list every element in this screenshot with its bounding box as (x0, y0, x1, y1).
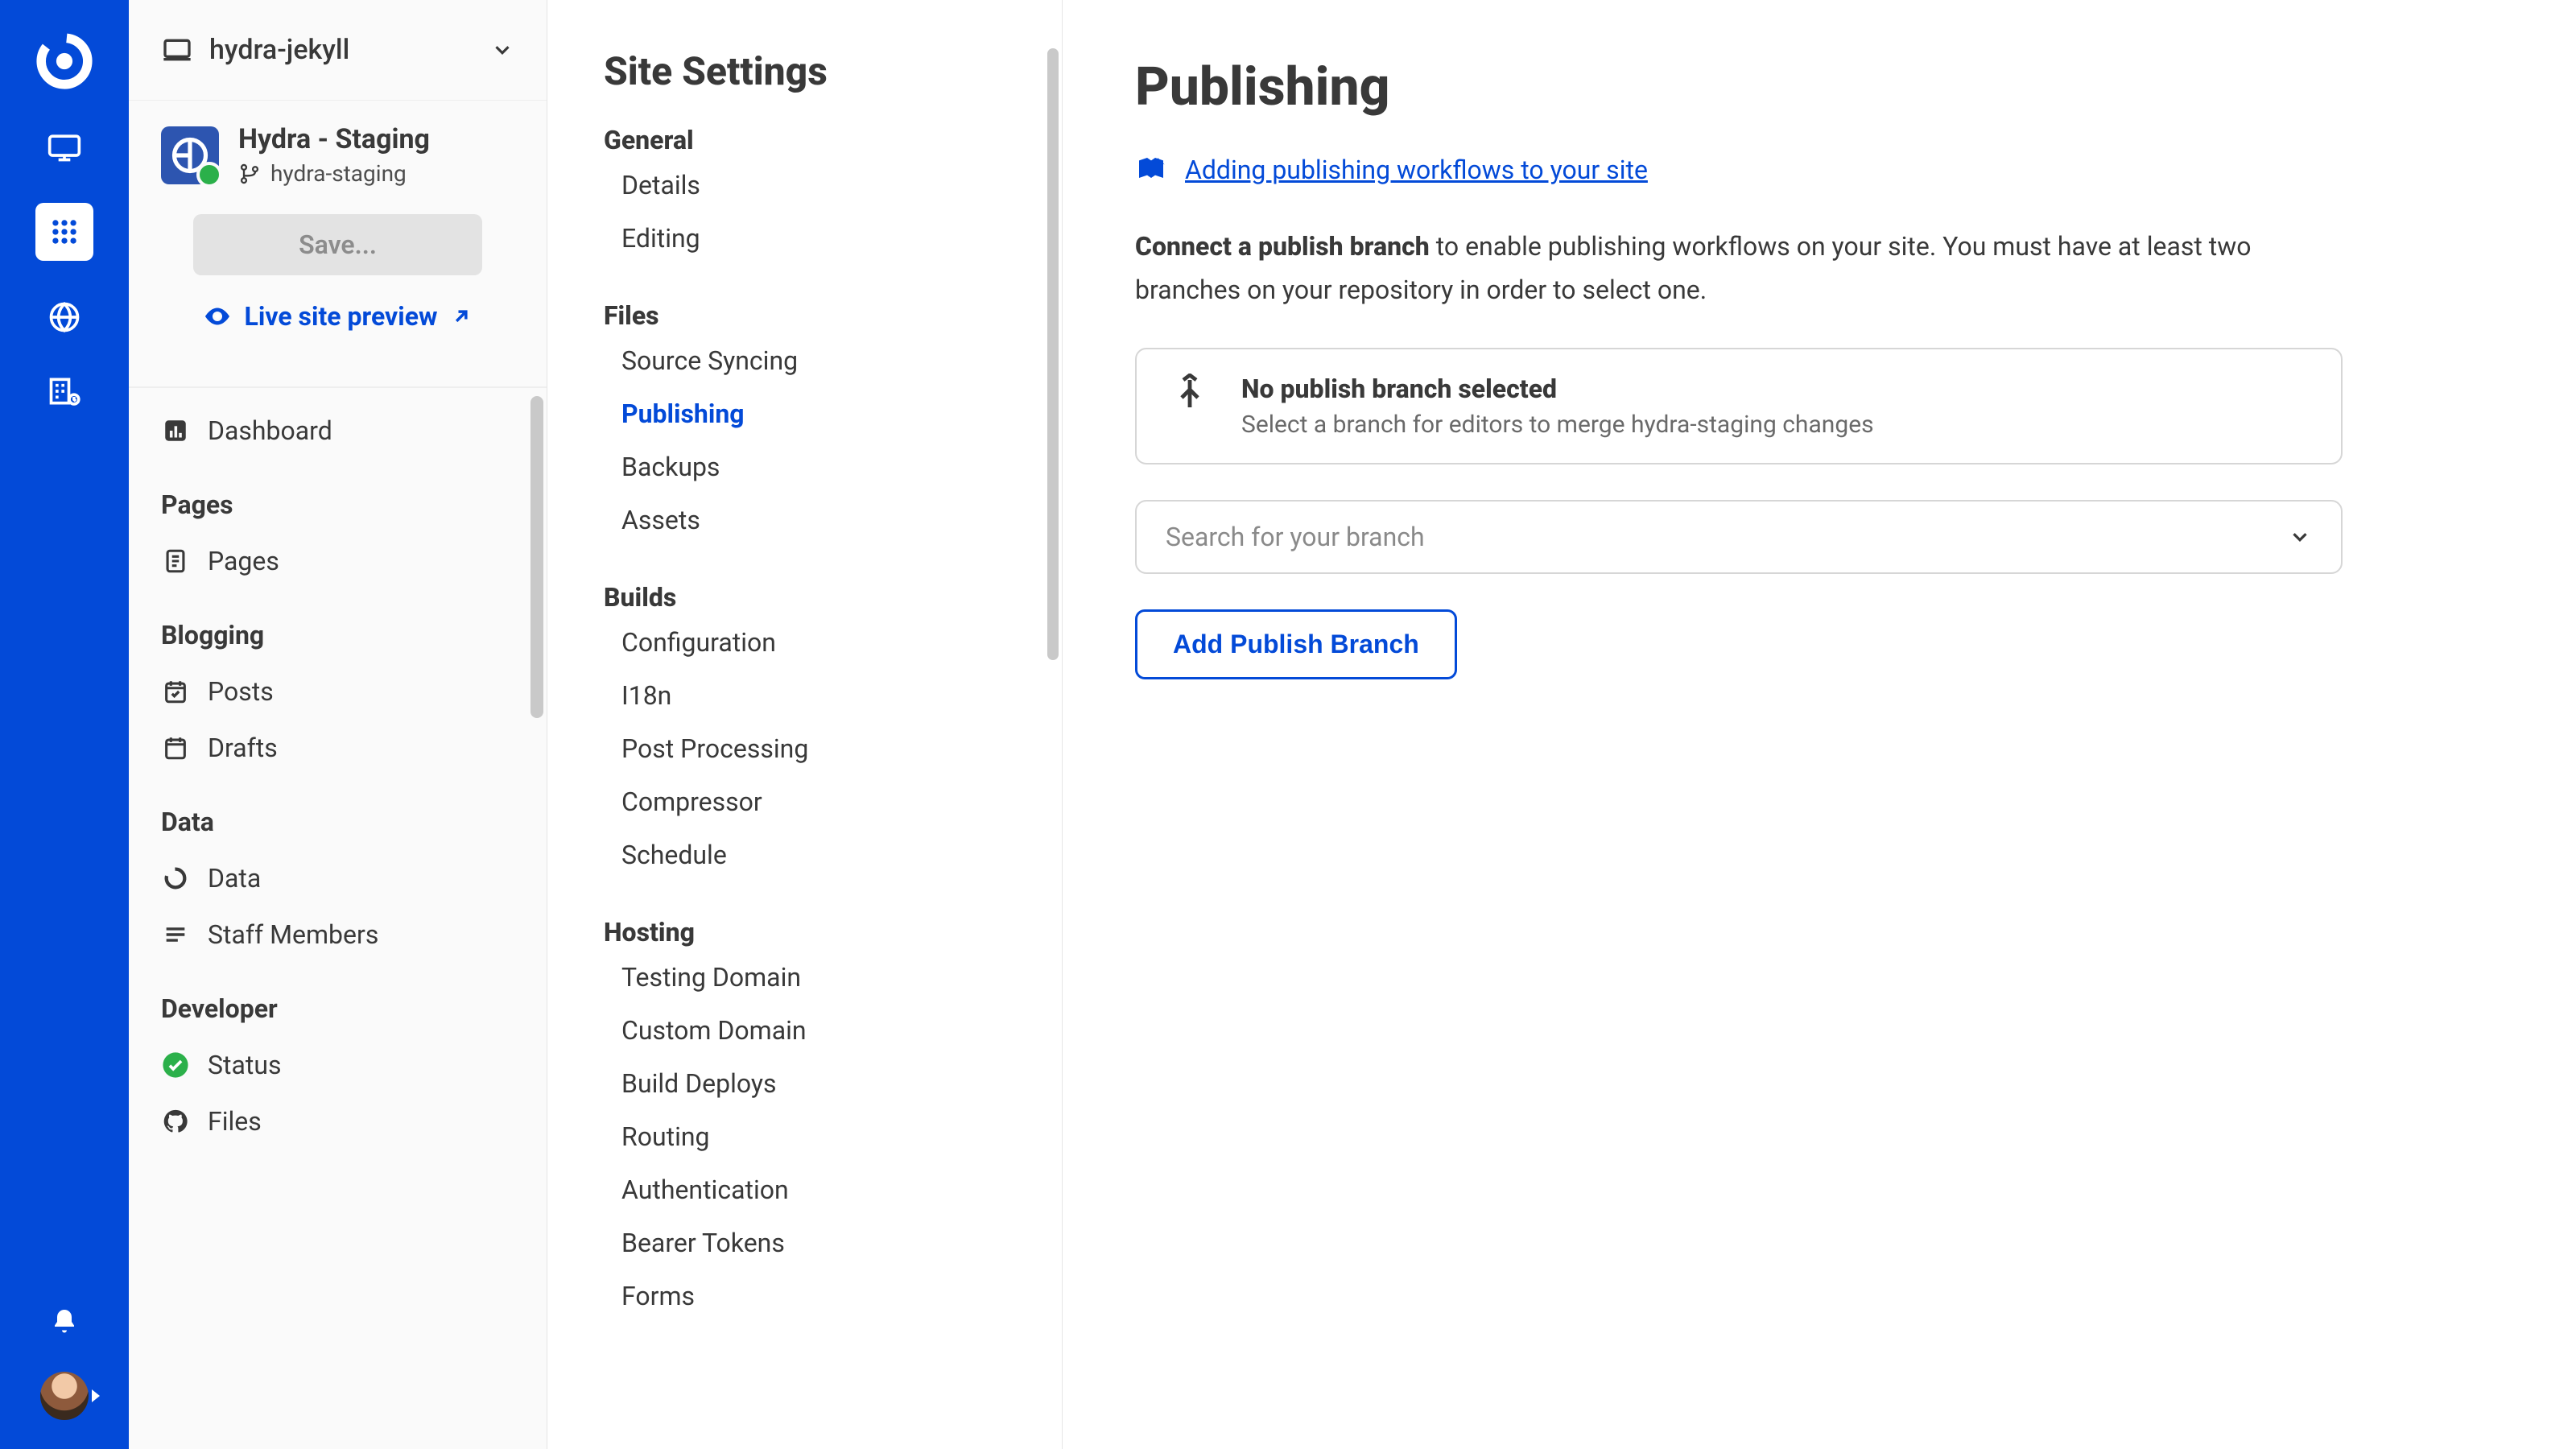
settings-link-routing[interactable]: Routing (604, 1110, 1005, 1163)
nav-heading-data: Data (129, 776, 547, 850)
site-name: hydra-jekyll (209, 34, 474, 66)
branch-placeholder: Search for your branch (1166, 522, 1425, 552)
rail-apps-icon[interactable] (35, 203, 93, 261)
page-title: Publishing (1135, 56, 2504, 118)
no-branch-card: No publish branch selected Select a bran… (1135, 348, 2343, 464)
nav-label: Staff Members (208, 919, 378, 950)
dashboard-icon (161, 416, 190, 445)
nav-data[interactable]: Data (129, 850, 547, 906)
settings-link-publishing[interactable]: Publishing (604, 387, 1005, 440)
staff-icon (161, 920, 190, 949)
live-preview-link[interactable]: Live site preview (161, 301, 514, 332)
settings-link-i18n[interactable]: I18n (604, 669, 1005, 722)
drafts-icon (161, 733, 190, 762)
settings-link-configuration[interactable]: Configuration (604, 616, 1005, 669)
description: Connect a publish branch to enable publi… (1135, 225, 2278, 312)
settings-group-heading: General (604, 125, 1005, 155)
nav-label: Posts (208, 676, 274, 707)
settings-link-custom-domain[interactable]: Custom Domain (604, 1004, 1005, 1057)
rail-sites-icon[interactable] (47, 129, 82, 164)
add-publish-branch-button[interactable]: Add Publish Branch (1135, 609, 1457, 679)
save-button[interactable]: Save... (193, 214, 482, 275)
site-panel: hydra-jekyll Hydra - Staging hydra-stagi… (129, 0, 547, 1449)
settings-link-bearer-tokens[interactable]: Bearer Tokens (604, 1216, 1005, 1269)
nav-files[interactable]: Files (129, 1093, 547, 1150)
nav-heading-developer: Developer (129, 963, 547, 1037)
site-nav: Dashboard Pages Pages Blogging Posts Dra… (129, 387, 547, 1449)
settings-link-compressor[interactable]: Compressor (604, 775, 1005, 828)
chevron-down-icon (2288, 525, 2312, 549)
settings-group-heading: Files (604, 300, 1005, 331)
status-ok-icon (161, 1051, 190, 1080)
settings-link-details[interactable]: Details (604, 159, 1005, 212)
settings-group-heading: Builds (604, 582, 1005, 613)
settings-link-build-deploys[interactable]: Build Deploys (604, 1057, 1005, 1110)
nav-staff[interactable]: Staff Members (129, 906, 547, 963)
settings-link-authentication[interactable]: Authentication (604, 1163, 1005, 1216)
app-logo[interactable] (35, 32, 93, 90)
branch-select[interactable]: Search for your branch (1135, 500, 2343, 574)
settings-title: Site Settings (604, 48, 1005, 94)
chevron-down-icon (490, 38, 514, 62)
nav-label: Pages (208, 546, 279, 576)
nav-heading-pages: Pages (129, 459, 547, 533)
docs-icon (1135, 154, 1167, 186)
nav-label: Data (208, 863, 261, 894)
app-rail (0, 0, 129, 1449)
nav-label: Drafts (208, 733, 278, 763)
eye-icon (203, 302, 232, 331)
github-icon (161, 1107, 190, 1136)
doc-link[interactable]: Adding publishing workflows to your site (1135, 154, 2504, 186)
doc-link-text: Adding publishing workflows to your site (1185, 155, 1648, 185)
settings-link-backups[interactable]: Backups (604, 440, 1005, 493)
live-preview-label: Live site preview (245, 301, 438, 332)
settings-link-source-syncing[interactable]: Source Syncing (604, 334, 1005, 387)
desc-bold: Connect a publish branch (1135, 231, 1430, 262)
data-icon (161, 864, 190, 893)
settings-group-heading: Hosting (604, 917, 1005, 947)
notifications-icon[interactable] (47, 1304, 82, 1340)
nav-label: Dashboard (208, 415, 332, 446)
settings-link-assets[interactable]: Assets (604, 493, 1005, 547)
settings-link-testing-domain[interactable]: Testing Domain (604, 951, 1005, 1004)
branch-icon (238, 163, 261, 185)
project-icon (161, 126, 219, 184)
card-subtitle: Select a branch for editors to merge hyd… (1241, 411, 1874, 439)
user-avatar[interactable] (40, 1372, 89, 1420)
rail-globe-icon[interactable] (47, 299, 82, 335)
nav-heading-blogging: Blogging (129, 589, 547, 663)
pages-icon (161, 547, 190, 576)
site-selector[interactable]: hydra-jekyll (129, 0, 547, 101)
merge-icon (1170, 374, 1209, 412)
nav-pages[interactable]: Pages (129, 533, 547, 589)
laptop-icon (161, 34, 193, 66)
project-header: Hydra - Staging hydra-staging Save... Li… (129, 101, 547, 387)
rail-org-icon[interactable] (47, 374, 82, 409)
settings-link-editing[interactable]: Editing (604, 212, 1005, 265)
main-content: Publishing Adding publishing workflows t… (1063, 0, 2576, 1449)
project-title: Hydra - Staging (238, 123, 430, 155)
nav-dashboard[interactable]: Dashboard (129, 402, 547, 459)
settings-link-forms[interactable]: Forms (604, 1269, 1005, 1323)
nav-label: Status (208, 1050, 282, 1080)
nav-status[interactable]: Status (129, 1037, 547, 1093)
nav-drafts[interactable]: Drafts (129, 720, 547, 776)
nav-posts[interactable]: Posts (129, 663, 547, 720)
card-title: No publish branch selected (1241, 374, 1874, 404)
settings-panel: Site Settings General DetailsEditing Files… (547, 0, 1063, 1449)
external-link-icon (450, 305, 473, 328)
posts-icon (161, 677, 190, 706)
settings-link-schedule[interactable]: Schedule (604, 828, 1005, 881)
project-branch: hydra-staging (270, 160, 407, 187)
settings-link-post-processing[interactable]: Post Processing (604, 722, 1005, 775)
nav-label: Files (208, 1106, 262, 1137)
